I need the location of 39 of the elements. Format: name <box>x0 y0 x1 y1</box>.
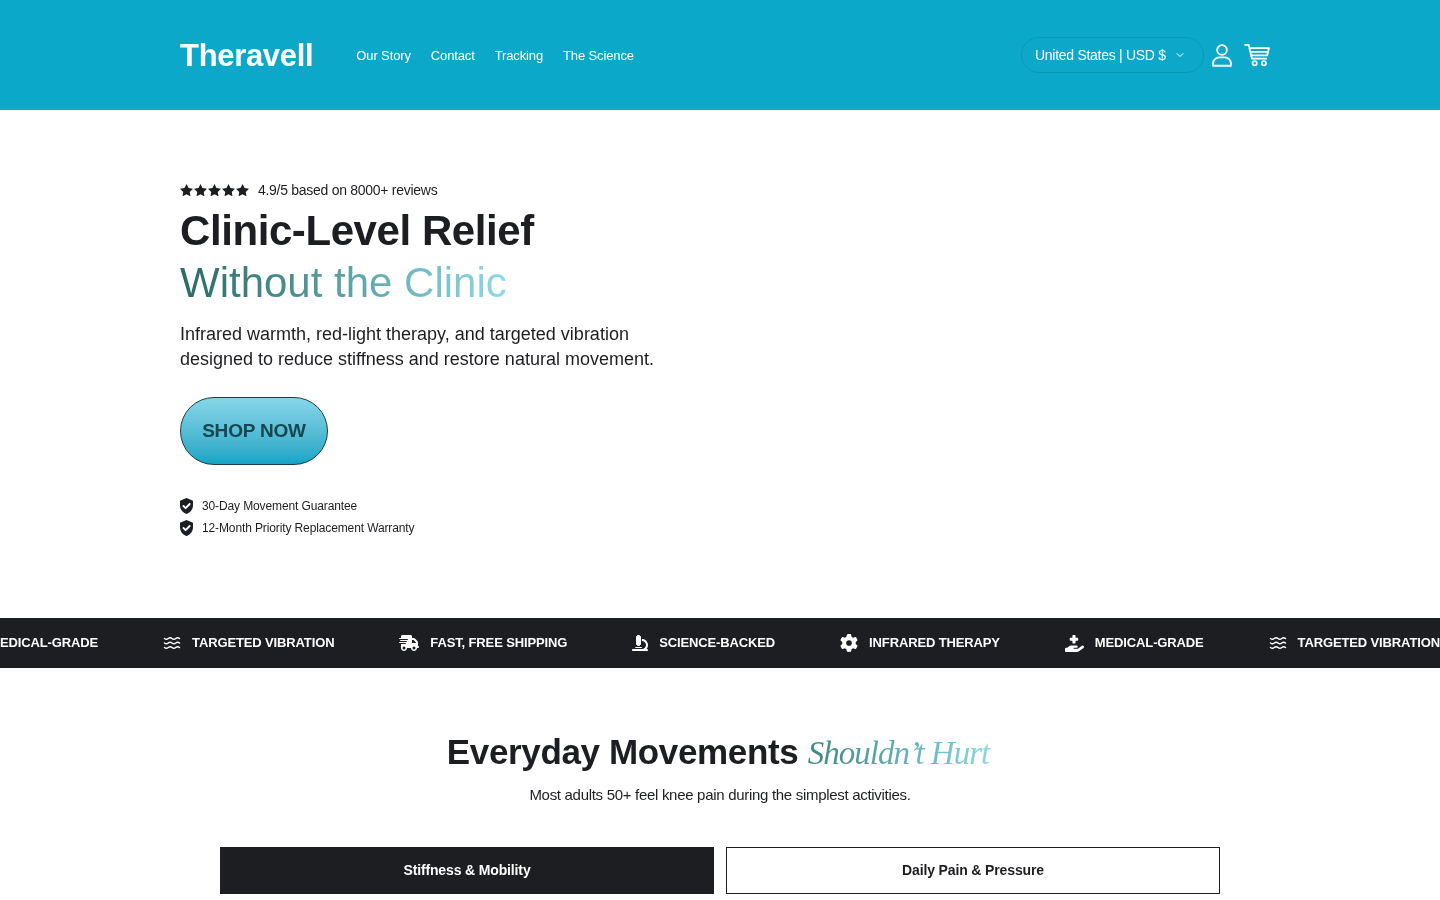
cart-button[interactable] <box>1244 43 1270 67</box>
user-icon <box>1212 43 1232 67</box>
shield-check-icon <box>180 520 193 536</box>
gear-icon <box>840 634 859 652</box>
waves-icon <box>163 634 182 652</box>
star-icon <box>208 183 221 197</box>
nav-link[interactable]: Tracking <box>494 48 544 62</box>
star-icon <box>180 183 193 197</box>
nav-link[interactable]: Our Story <box>356 48 411 62</box>
logo[interactable]: Theravell <box>180 39 314 71</box>
rating-text: 4.9/5 based on 8000+ reviews <box>258 182 438 198</box>
star-icon <box>236 183 249 197</box>
tab[interactable]: Stiffness & Mobility <box>220 847 714 894</box>
feature-label: INFRARED THERAPY <box>869 634 1000 653</box>
microscope-icon <box>632 635 649 651</box>
shield-check-icon <box>180 498 193 514</box>
cart-icon <box>1244 43 1270 67</box>
feature-label: EDICAL-GRADE <box>0 634 99 653</box>
guarantee-text: 12-Month Priority Replacement Warranty <box>202 520 415 537</box>
shop-now-button[interactable]: SHOP NOW <box>180 397 328 465</box>
star-icon <box>222 183 235 197</box>
feature-label: FAST, FREE SHIPPING <box>430 634 568 653</box>
section-heading: Everyday Movements Shouldn’t Hurt <box>446 730 994 775</box>
headline: Clinic-Level Relief <box>180 206 534 256</box>
feature-label: MEDICAL-GRADE <box>1094 634 1204 653</box>
account-button[interactable] <box>1212 43 1232 67</box>
section-subtitle: Most adults 50+ feel knee pain during the simplest activities. <box>529 785 911 805</box>
hero-description: Infrared warmth, red-light therapy, and targeted vibration designed to reduce stiffness and restore natural movement. <box>180 323 655 371</box>
waves-icon <box>1268 634 1287 652</box>
feature-label: TARGETED VIBRATION <box>192 634 335 653</box>
truck-icon <box>399 633 420 653</box>
nav-link[interactable]: Contact <box>430 48 475 62</box>
nav-link[interactable]: The Science <box>563 48 634 62</box>
hand-plus-icon <box>1064 633 1084 653</box>
feature-label: TARGETED VIBRATION <box>1297 634 1440 653</box>
tab[interactable]: Daily Pain & Pressure <box>726 847 1220 894</box>
feature-label: SCIENCE-BACKED <box>659 634 776 653</box>
guarantee-text: 30-Day Movement Guarantee <box>202 498 358 515</box>
star-icon <box>194 183 207 197</box>
